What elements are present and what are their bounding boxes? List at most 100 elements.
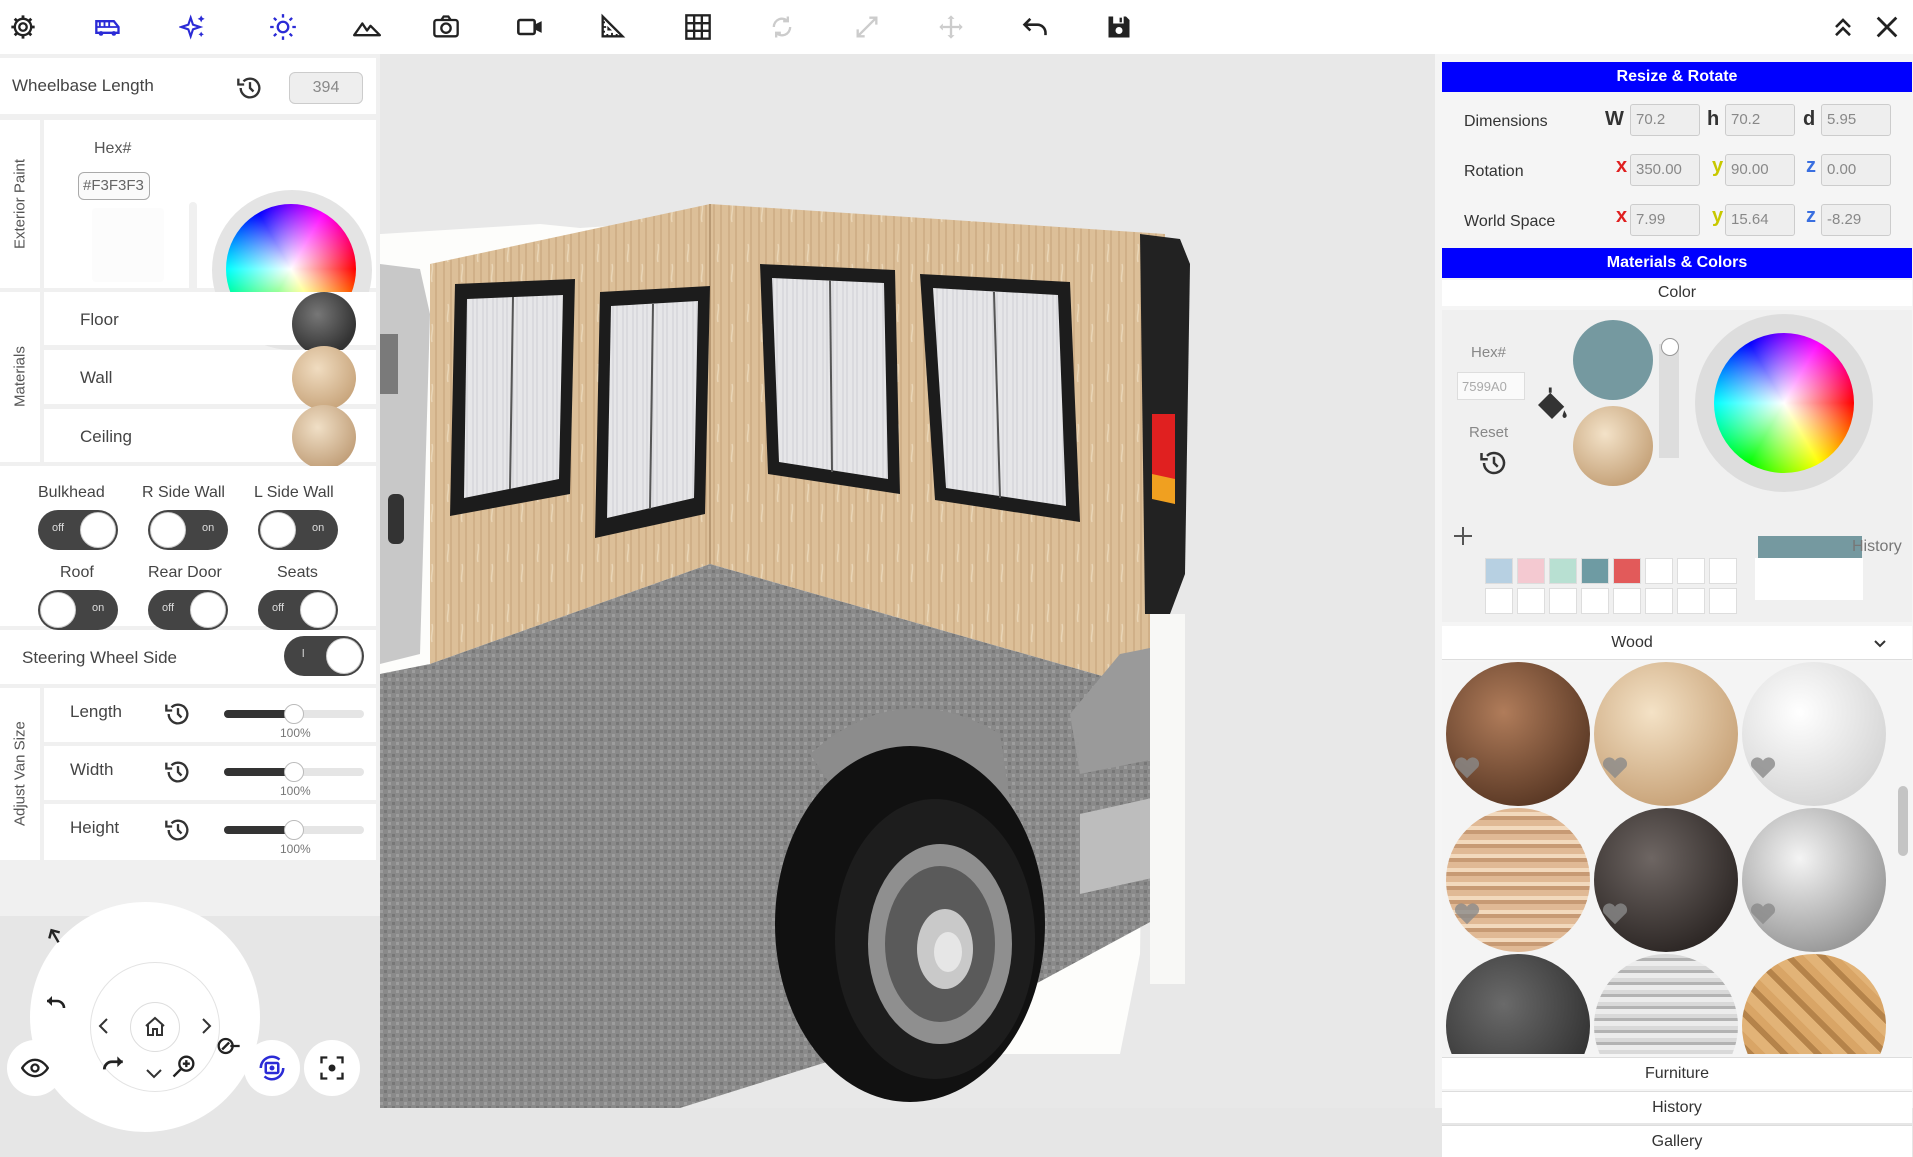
grid-icon[interactable] xyxy=(679,8,717,46)
rear-door-toggle[interactable]: off xyxy=(148,590,228,630)
save-icon[interactable] xyxy=(1100,8,1138,46)
steering-side-toggle[interactable]: l xyxy=(284,636,364,676)
color-swatch[interactable] xyxy=(1677,588,1705,614)
favorite-icon[interactable] xyxy=(1452,752,1482,782)
tab-gallery[interactable]: Gallery xyxy=(1442,1125,1912,1157)
color-brightness-slider[interactable] xyxy=(1659,344,1679,458)
height-input[interactable]: 70.2 xyxy=(1725,104,1795,136)
visibility-button[interactable] xyxy=(7,1040,63,1096)
settings-icon[interactable] xyxy=(4,8,42,46)
depth-input[interactable]: 5.95 xyxy=(1821,104,1891,136)
width-input[interactable]: 70.2 xyxy=(1630,104,1700,136)
favorite-icon[interactable] xyxy=(1600,898,1630,928)
color-swatch[interactable] xyxy=(1517,588,1545,614)
wall-swatch[interactable] xyxy=(292,346,356,410)
tab-furniture[interactable]: Furniture xyxy=(1442,1057,1912,1089)
history-icon[interactable] xyxy=(164,816,192,844)
color-hex-input[interactable]: 7599A0 xyxy=(1457,372,1525,400)
color-swatch[interactable] xyxy=(1709,588,1737,614)
rotation-z-input[interactable]: 0.00 xyxy=(1821,154,1891,186)
add-swatch-icon[interactable] xyxy=(1451,524,1475,548)
zoom-in-icon[interactable] xyxy=(170,1052,198,1080)
materials-colors-header[interactable]: Materials & Colors xyxy=(1442,248,1912,278)
favorite-icon[interactable] xyxy=(1748,752,1778,782)
material-category-dropdown[interactable]: Wood xyxy=(1442,626,1912,660)
material-charcoal[interactable] xyxy=(1446,954,1590,1054)
exterior-hex-input[interactable]: #F3F3F3 xyxy=(78,172,150,200)
history-icon[interactable] xyxy=(236,74,264,102)
zoom-out-icon[interactable] xyxy=(214,1032,242,1060)
material-scrollbar[interactable] xyxy=(1898,786,1908,856)
terrain-icon[interactable] xyxy=(348,8,386,46)
material-whitewash[interactable] xyxy=(1594,954,1738,1054)
tilt-up-icon[interactable] xyxy=(44,926,68,950)
bulkhead-toggle[interactable]: off xyxy=(38,510,118,550)
chevron-down-icon[interactable] xyxy=(144,1066,164,1082)
length-slider[interactable] xyxy=(224,704,364,724)
history-icon[interactable] xyxy=(164,700,192,728)
focus-button[interactable] xyxy=(304,1040,360,1096)
material-row-wall[interactable]: Wall xyxy=(44,346,376,410)
home-button[interactable] xyxy=(130,1002,180,1052)
world-z-input[interactable]: -8.29 xyxy=(1821,204,1891,236)
r-side-wall-toggle[interactable]: on xyxy=(148,510,228,550)
roof-toggle[interactable]: on xyxy=(38,590,118,630)
move-icon[interactable] xyxy=(932,8,970,46)
height-slider[interactable] xyxy=(224,820,364,840)
material-row-floor[interactable]: Floor xyxy=(44,292,376,356)
object-color-wheel[interactable] xyxy=(1714,333,1854,473)
color-swatch[interactable] xyxy=(1581,558,1609,584)
resize-rotate-header[interactable]: Resize & Rotate xyxy=(1442,62,1912,92)
chevron-left-icon[interactable] xyxy=(96,1016,112,1036)
color-swatch[interactable] xyxy=(1677,558,1705,584)
ruler-icon[interactable] xyxy=(593,8,631,46)
material-ash[interactable] xyxy=(1594,662,1738,806)
material-oak-stripe[interactable] xyxy=(1446,808,1590,952)
wheelbase-input[interactable]: 394 xyxy=(289,72,363,104)
paint-bucket-icon[interactable] xyxy=(1531,384,1573,426)
l-side-wall-toggle[interactable]: on xyxy=(258,510,338,550)
seats-toggle[interactable]: off xyxy=(258,590,338,630)
sparkle-icon[interactable] xyxy=(174,8,212,46)
color-swatch[interactable] xyxy=(1613,588,1641,614)
resize-icon[interactable] xyxy=(848,8,886,46)
collapse-icon[interactable] xyxy=(1824,8,1862,46)
color-swatch[interactable] xyxy=(1709,558,1737,584)
sun-icon[interactable] xyxy=(264,8,302,46)
history-icon[interactable] xyxy=(164,758,192,786)
undo-icon[interactable] xyxy=(1016,8,1054,46)
history-color[interactable] xyxy=(1758,536,1862,558)
material-row-ceiling[interactable]: Ceiling xyxy=(44,405,376,469)
rotation-y-input[interactable]: 90.00 xyxy=(1725,154,1795,186)
rotation-x-input[interactable]: 350.00 xyxy=(1630,154,1700,186)
video-icon[interactable] xyxy=(511,8,549,46)
3d-viewport[interactable] xyxy=(380,54,1435,1108)
color-swatch[interactable] xyxy=(1485,588,1513,614)
material-dark-wood[interactable] xyxy=(1594,808,1738,952)
material-walnut[interactable] xyxy=(1446,662,1590,806)
favorite-icon[interactable] xyxy=(1452,898,1482,928)
color-swatch[interactable] xyxy=(1613,558,1641,584)
width-slider[interactable] xyxy=(224,762,364,782)
ceiling-swatch[interactable] xyxy=(292,405,356,469)
color-swatch[interactable] xyxy=(1485,558,1513,584)
color-swatch[interactable] xyxy=(1645,588,1673,614)
material-herringbone[interactable] xyxy=(1742,954,1886,1054)
material-marble[interactable] xyxy=(1742,808,1886,952)
color-swatch[interactable] xyxy=(1517,558,1545,584)
color-swatch[interactable] xyxy=(1581,588,1609,614)
tab-history[interactable]: History xyxy=(1442,1091,1912,1123)
color-swatch[interactable] xyxy=(1645,558,1673,584)
favorite-icon[interactable] xyxy=(1748,898,1778,928)
orbit-button[interactable] xyxy=(244,1040,300,1096)
camera-icon[interactable] xyxy=(427,8,465,46)
reset-history-icon[interactable] xyxy=(1479,448,1509,478)
van-icon[interactable] xyxy=(89,8,127,46)
material-white[interactable] xyxy=(1742,662,1886,806)
rotate-left-icon[interactable] xyxy=(42,992,70,1016)
favorite-icon[interactable] xyxy=(1600,752,1630,782)
chevron-right-icon[interactable] xyxy=(198,1016,214,1036)
close-icon[interactable] xyxy=(1868,8,1906,46)
world-x-input[interactable]: 7.99 xyxy=(1630,204,1700,236)
color-brightness-thumb[interactable] xyxy=(1661,338,1679,356)
